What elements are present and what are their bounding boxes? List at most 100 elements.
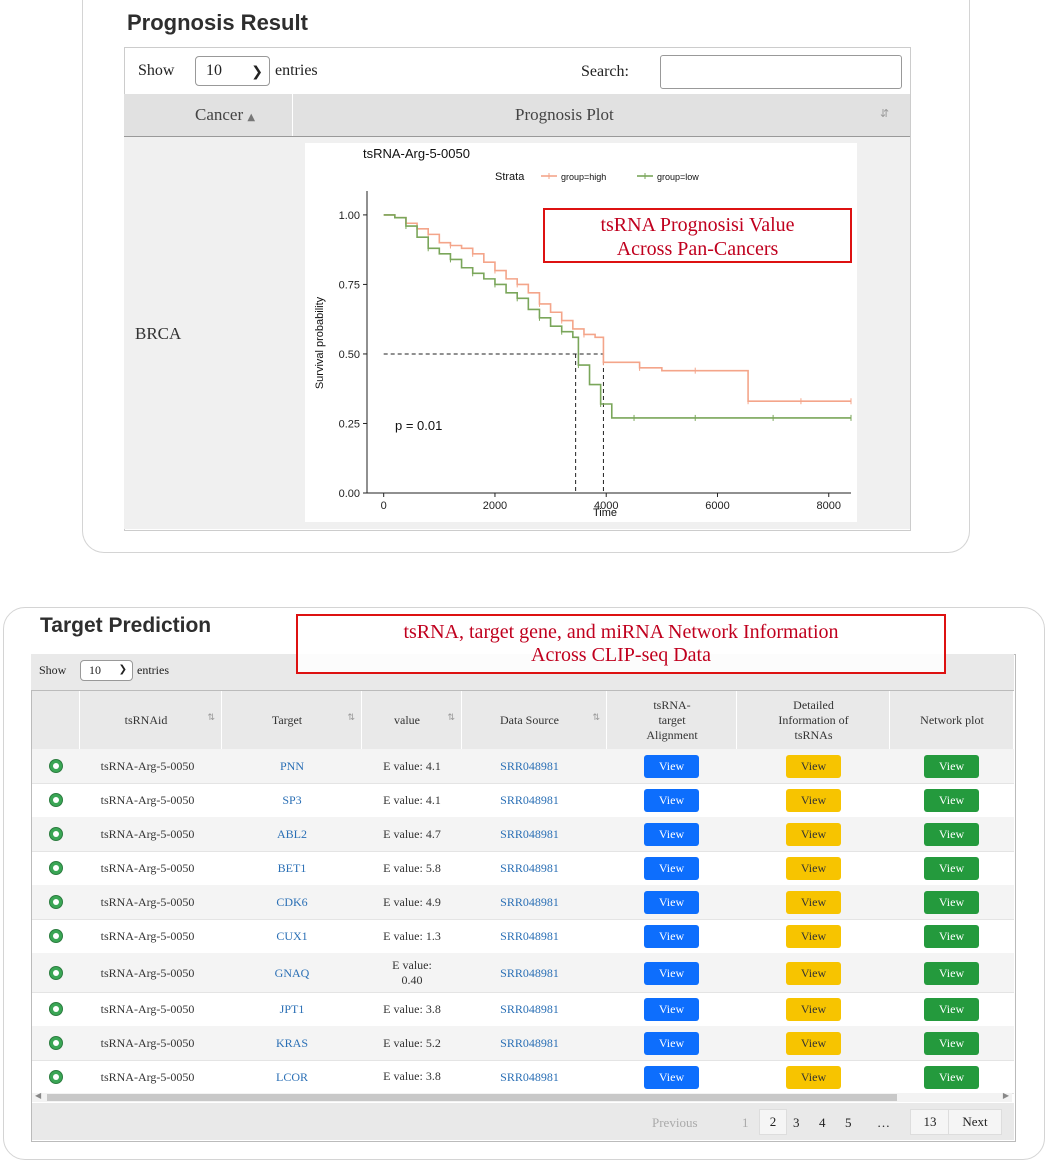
alignment-view-button[interactable]: View	[644, 823, 699, 846]
sort-icon[interactable]: ⇵	[880, 107, 889, 120]
expand-row-icon[interactable]	[49, 965, 63, 980]
cancer-cell: BRCA	[135, 324, 182, 343]
network-view-button[interactable]: View	[924, 961, 979, 985]
expand-row-icon[interactable]	[49, 793, 63, 807]
page-5-button[interactable]: 5	[845, 1115, 852, 1131]
tsrna-id-cell: tsRNA-Arg-5-0050	[100, 1002, 195, 1016]
scroll-left-icon[interactable]: ◀	[35, 1091, 41, 1100]
target-gene-link[interactable]: CDK6	[222, 895, 362, 910]
data-source-link[interactable]: SRR048981	[462, 861, 597, 876]
alignment-view-button[interactable]: View	[644, 891, 699, 914]
alignment-view-button[interactable]: View	[644, 1065, 699, 1089]
alignment-view-button[interactable]: View	[644, 857, 699, 880]
network-view-button[interactable]: View	[924, 998, 979, 1021]
target-column-2[interactable]: Target ⇅	[222, 691, 362, 749]
network-view-button[interactable]: View	[924, 891, 979, 914]
page-4-button[interactable]: 4	[819, 1115, 826, 1131]
data-source-link[interactable]: SRR048981	[462, 966, 597, 981]
network-view-button[interactable]: View	[924, 857, 979, 880]
target-gene-link[interactable]: SP3	[222, 793, 362, 808]
target-gene-link[interactable]: KRAS	[222, 1036, 362, 1051]
expand-row-icon[interactable]	[49, 1069, 63, 1084]
expand-row-icon[interactable]	[49, 759, 63, 773]
alignment-view-button[interactable]: View	[644, 961, 699, 985]
table-row: tsRNA-Arg-5-0050 CUX1 E value: 1.3 SRR04898…	[32, 919, 1014, 954]
target-gene-link[interactable]: BET1	[222, 861, 362, 876]
alignment-view-button[interactable]: View	[644, 925, 699, 948]
table-row: tsRNA-Arg-5-0050 BET1 E value: 5.8 SRR04898…	[32, 851, 1014, 886]
network-view-button[interactable]: View	[924, 1065, 979, 1089]
detail-view-button[interactable]: View	[786, 961, 841, 985]
entries-select[interactable]: 10 ❯	[195, 56, 270, 86]
page-2-button[interactable]: 2	[759, 1109, 787, 1135]
data-source-link[interactable]: SRR048981	[462, 1070, 597, 1085]
page-3-button[interactable]: 3	[793, 1115, 800, 1131]
expand-row-icon[interactable]	[49, 1002, 63, 1016]
network-view-button[interactable]: View	[924, 755, 979, 778]
value-cell: E value: 4.1	[383, 758, 441, 773]
page-13-button[interactable]: 13	[910, 1109, 950, 1135]
scroll-right-icon[interactable]: ▶	[1003, 1091, 1009, 1100]
target-gene-link[interactable]: CUX1	[222, 929, 362, 944]
table-row: tsRNA-Arg-5-0050 CDK6 E value: 4.9 SRR04898…	[32, 885, 1014, 920]
page-1-button[interactable]: 1	[742, 1115, 749, 1131]
data-source-link[interactable]: SRR048981	[462, 793, 597, 808]
target-gene-link[interactable]: ABL2	[222, 827, 362, 842]
alignment-view-button[interactable]: View	[644, 1032, 699, 1055]
target-column-3[interactable]: value ⇅	[362, 691, 462, 749]
target-gene-link[interactable]: JPT1	[222, 1002, 362, 1017]
network-view-button[interactable]: View	[924, 823, 979, 846]
network-view-button[interactable]: View	[924, 789, 979, 812]
sort-icon[interactable]: ⇅	[347, 713, 355, 723]
detail-view-button[interactable]: View	[786, 789, 841, 812]
next-button[interactable]: Next	[948, 1109, 1002, 1135]
expand-row-icon[interactable]	[49, 1036, 63, 1050]
column-header-plot[interactable]: Prognosis Plot	[515, 105, 614, 125]
scrollbar-thumb[interactable]	[47, 1094, 897, 1101]
detail-view-button[interactable]: View	[786, 1065, 841, 1089]
alignment-view-button[interactable]: View	[644, 755, 699, 778]
expand-row-icon[interactable]	[49, 929, 63, 943]
data-source-link[interactable]: SRR048981	[462, 929, 597, 944]
network-view-button[interactable]: View	[924, 925, 979, 948]
target-column-4[interactable]: Data Source ⇅	[462, 691, 607, 749]
expand-row-icon[interactable]	[49, 861, 63, 875]
network-view-button[interactable]: View	[924, 1032, 979, 1055]
column-header-cancer[interactable]: Cancer ▲	[195, 105, 255, 125]
previous-button[interactable]: Previous	[652, 1115, 698, 1131]
detail-view-button[interactable]: View	[786, 925, 841, 948]
expand-row-icon[interactable]	[49, 895, 63, 909]
target-column-1[interactable]: tsRNAid ⇅	[80, 691, 222, 749]
data-source-link[interactable]: SRR048981	[462, 895, 597, 910]
sort-icon[interactable]: ⇅	[207, 713, 215, 723]
detail-view-button[interactable]: View	[786, 891, 841, 914]
data-source-link[interactable]: SRR048981	[462, 827, 597, 842]
tsrna-id-cell: tsRNA-Arg-5-0050	[100, 1069, 195, 1084]
target-callout-line-2: Across CLIP-seq Data	[531, 644, 711, 666]
search-input[interactable]	[660, 55, 902, 89]
detail-view-button[interactable]: View	[786, 1032, 841, 1055]
target-gene-link[interactable]: LCOR	[222, 1070, 362, 1085]
data-source-link[interactable]: SRR048981	[462, 1002, 597, 1017]
detail-view-button[interactable]: View	[786, 857, 841, 880]
alignment-view-button[interactable]: View	[644, 998, 699, 1021]
sort-icon[interactable]: ⇅	[592, 713, 600, 723]
alignment-view-button[interactable]: View	[644, 789, 699, 812]
detail-view-button[interactable]: View	[786, 823, 841, 846]
value-cell: E value: 3.8	[383, 1001, 441, 1016]
y-tick-label: 0.00	[339, 488, 360, 500]
target-gene-link[interactable]: PNN	[222, 759, 362, 774]
expand-row-icon[interactable]	[49, 827, 63, 841]
data-source-link[interactable]: SRR048981	[462, 1036, 597, 1051]
sort-icon[interactable]: ⇅	[447, 713, 455, 723]
target-column-5: tsRNA- target Alignment	[607, 691, 737, 749]
target-gene-link[interactable]: GNAQ	[222, 966, 362, 981]
prognosis-title: Prognosis Result	[127, 10, 308, 35]
detail-view-button[interactable]: View	[786, 998, 841, 1021]
horizontal-scrollbar[interactable]: ◀ ▶	[32, 1091, 1012, 1102]
x-tick-label: 0	[381, 500, 387, 512]
data-source-link[interactable]: SRR048981	[462, 759, 597, 774]
target-entries-select[interactable]: 10 ❯	[80, 660, 133, 681]
target-column-header-label: Target	[271, 712, 303, 727]
detail-view-button[interactable]: View	[786, 755, 841, 778]
